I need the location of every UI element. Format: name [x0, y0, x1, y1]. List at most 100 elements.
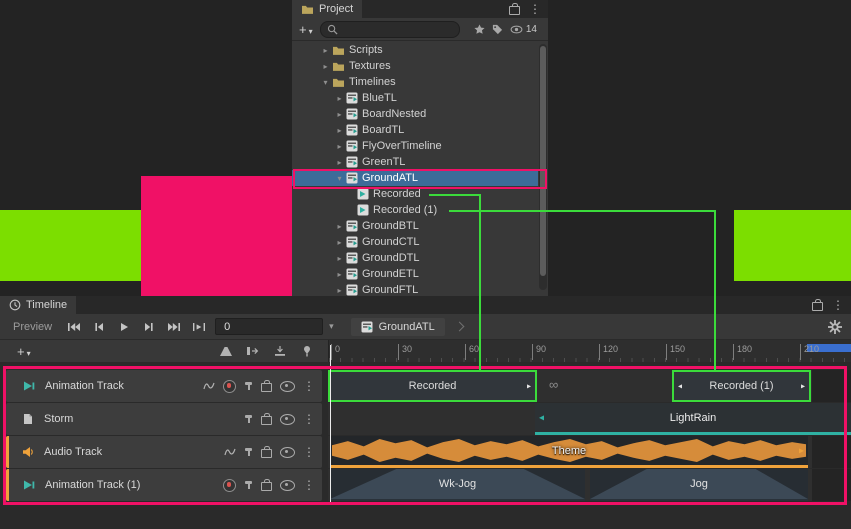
clip-wk-jog[interactable]: Wk-Jog	[330, 469, 585, 501]
track-header-audio[interactable]: Audio Track ⋮	[6, 436, 322, 468]
tree-item-boardnested[interactable]: ▸BoardNested	[292, 106, 538, 122]
search-by-type-icon[interactable]	[474, 24, 485, 35]
eye-icon[interactable]	[280, 414, 295, 425]
expander-icon[interactable]: ▸	[334, 254, 345, 263]
tree-item-groundbtl[interactable]: ▸GroundBTL	[292, 218, 538, 234]
project-scrollbar[interactable]	[539, 44, 547, 290]
clip-edge-arrow-icon[interactable]: ◂	[678, 382, 682, 391]
tree-item-grounddtl[interactable]: ▸GroundDTL	[292, 250, 538, 266]
lock-icon[interactable]	[509, 6, 520, 15]
expander-icon[interactable]: ▸	[334, 238, 345, 247]
pin-icon[interactable]	[244, 415, 253, 424]
track-options-icon[interactable]: ⋮	[303, 380, 315, 392]
eye-icon[interactable]	[280, 447, 295, 458]
curves-icon[interactable]	[224, 447, 236, 457]
playhead[interactable]	[330, 345, 331, 503]
expander-icon[interactable]: ▸	[334, 286, 345, 295]
pin-icon[interactable]	[244, 382, 253, 391]
hidden-count-toggle[interactable]: 14	[510, 24, 537, 35]
tree-item-flyovertimeline[interactable]: ▸FlyOverTimeline	[292, 138, 538, 154]
track-header-animation[interactable]: Animation Track ⋮	[6, 370, 322, 402]
play-range-button[interactable]	[192, 322, 206, 332]
project-search-box[interactable]	[320, 21, 460, 38]
expander-icon[interactable]: ▸	[334, 222, 345, 231]
track-lane[interactable]: Recorded ▸ ∞ ◂ Recorded (1) ▸	[328, 370, 851, 402]
lock-icon[interactable]	[261, 482, 272, 491]
goto-start-button[interactable]	[67, 322, 81, 332]
kebab-menu-icon[interactable]: ⋮	[832, 299, 844, 311]
tree-item-timelines[interactable]: ▾Timelines	[292, 74, 538, 90]
timeline-settings-button[interactable]	[828, 320, 842, 334]
tab-timeline[interactable]: Timeline	[0, 296, 76, 314]
preview-button[interactable]: Preview	[9, 320, 56, 334]
frame-dropdown-caret-icon[interactable]: ▾	[329, 321, 334, 332]
pin-icon[interactable]	[244, 481, 253, 490]
tree-item-boardtl[interactable]: ▸BoardTL	[292, 122, 538, 138]
track-options-icon[interactable]: ⋮	[303, 479, 315, 491]
goto-end-button[interactable]	[167, 322, 181, 332]
tree-item-recorded-1[interactable]: Recorded (1)	[292, 202, 538, 218]
eye-icon[interactable]	[280, 381, 295, 392]
clip-edge-arrow-icon[interactable]: ▸	[799, 445, 804, 456]
track-lane[interactable]: Theme ▸	[328, 436, 851, 468]
tree-item-greentl[interactable]: ▸GreenTL	[292, 154, 538, 170]
mix-mode-button[interactable]	[219, 345, 233, 357]
clip-edge-arrow-icon[interactable]: ◂	[539, 412, 544, 423]
lock-icon[interactable]	[261, 416, 272, 425]
tree-item-groundftl[interactable]: ▸GroundFTL	[292, 282, 538, 296]
expander-icon[interactable]: ▸	[334, 126, 345, 135]
track-lane[interactable]: ◂ LightRain	[328, 403, 851, 435]
track-header-animation-1[interactable]: Animation Track (1) ⋮	[6, 469, 322, 501]
track-header-storm[interactable]: Storm ⋮	[6, 403, 322, 435]
track-options-icon[interactable]: ⋮	[303, 446, 315, 458]
tree-item-groundetl[interactable]: ▸GroundETL	[292, 266, 538, 282]
curves-icon[interactable]	[203, 381, 215, 391]
tree-item-scripts[interactable]: ▸Scripts	[292, 42, 538, 58]
expander-icon[interactable]: ▾	[334, 174, 345, 183]
clip-edge-arrow-icon[interactable]: ▸	[527, 382, 531, 391]
frame-field[interactable]	[215, 318, 323, 335]
clip-recorded[interactable]: Recorded ▸	[328, 370, 537, 402]
create-asset-button[interactable]: +▾	[299, 22, 313, 37]
next-frame-button[interactable]	[142, 322, 156, 332]
search-by-label-icon[interactable]	[492, 24, 503, 35]
clip-jog[interactable]: Jog	[590, 469, 808, 501]
expander-icon[interactable]: ▸	[320, 46, 331, 55]
record-button[interactable]	[223, 479, 236, 492]
tree-item-recorded[interactable]: Recorded	[292, 186, 538, 202]
frame-input[interactable]	[222, 320, 316, 334]
ripple-mode-button[interactable]	[246, 345, 260, 357]
clip-theme[interactable]: Theme ▸	[330, 436, 808, 468]
lock-icon[interactable]	[261, 383, 272, 392]
lock-icon[interactable]	[812, 302, 823, 311]
previous-frame-button[interactable]	[92, 322, 106, 332]
record-button[interactable]	[223, 380, 236, 393]
tree-item-textures[interactable]: ▸Textures	[292, 58, 538, 74]
tree-item-bluetl[interactable]: ▸BlueTL	[292, 90, 538, 106]
track-lane[interactable]: Wk-Jog Jog	[328, 469, 851, 501]
clip-lightrain[interactable]: ◂ LightRain	[535, 403, 851, 435]
play-button[interactable]	[117, 322, 131, 332]
scrollbar-thumb[interactable]	[540, 46, 546, 276]
clip-edge-arrow-icon[interactable]: ▸	[801, 382, 805, 391]
tree-item-groundctl[interactable]: ▸GroundCTL	[292, 234, 538, 250]
expander-icon[interactable]: ▸	[334, 158, 345, 167]
breadcrumb[interactable]: GroundATL	[351, 318, 445, 336]
marker-track-toggle[interactable]	[300, 345, 314, 357]
add-track-button[interactable]: +▾	[17, 344, 31, 359]
expander-icon[interactable]: ▸	[334, 110, 345, 119]
tab-project[interactable]: Project	[292, 0, 362, 18]
lock-icon[interactable]	[261, 449, 272, 458]
expander-icon[interactable]: ▸	[334, 94, 345, 103]
kebab-menu-icon[interactable]: ⋮	[529, 3, 541, 15]
expander-icon[interactable]: ▸	[320, 62, 331, 71]
expander-icon[interactable]: ▸	[334, 142, 345, 151]
search-input[interactable]	[342, 23, 453, 36]
tree-item-groundatl-selected[interactable]: ▾GroundATL	[292, 170, 538, 186]
expander-icon[interactable]: ▸	[334, 270, 345, 279]
clip-recorded-1[interactable]: ◂ Recorded (1) ▸	[672, 370, 811, 402]
pin-icon[interactable]	[244, 448, 253, 457]
replace-mode-button[interactable]	[273, 345, 287, 357]
track-options-icon[interactable]: ⋮	[303, 413, 315, 425]
eye-icon[interactable]	[280, 480, 295, 491]
